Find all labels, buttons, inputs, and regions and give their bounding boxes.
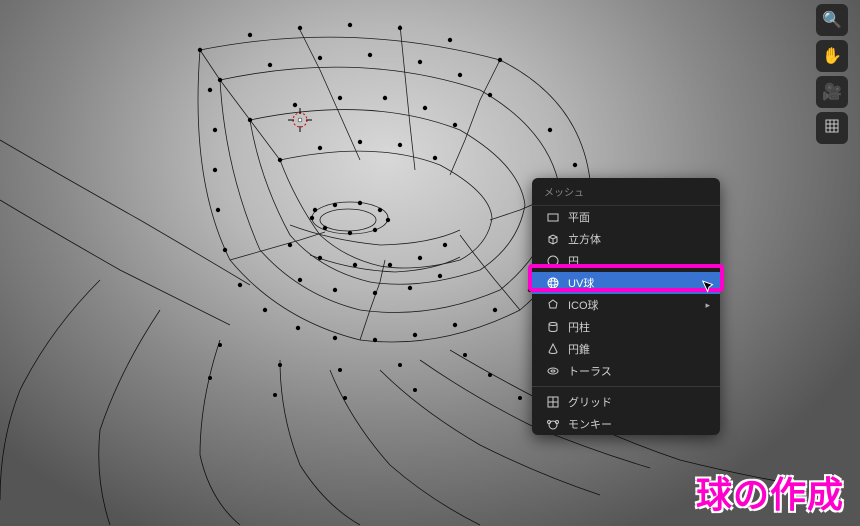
menu-item-circle[interactable]: 円	[532, 250, 720, 272]
camera-icon: 🎥	[822, 82, 842, 102]
monkey-icon	[544, 417, 562, 431]
viewport-3d[interactable]: 🔍 ✋ 🎥 メッシュ 平面 立方体 円 UV球 ICO球 ▸ 円柱	[0, 0, 860, 526]
menu-item-label: 円柱	[568, 319, 590, 335]
cube-icon	[544, 232, 562, 246]
menu-separator	[532, 386, 720, 387]
menu-item-cylinder[interactable]: 円柱	[532, 316, 720, 338]
grid-icon	[825, 119, 839, 138]
add-mesh-menu: メッシュ 平面 立方体 円 UV球 ICO球 ▸ 円柱 円錐	[532, 178, 720, 435]
menu-item-label: 平面	[568, 209, 590, 225]
menu-item-label: 円	[568, 253, 579, 269]
menu-item-label: 立方体	[568, 231, 601, 247]
circle-icon	[544, 254, 562, 268]
zoom-icon: 🔍	[822, 10, 842, 30]
menu-header: メッシュ	[532, 178, 720, 206]
menu-item-icosphere[interactable]: ICO球 ▸	[532, 294, 720, 316]
annotation-caption: 球の作成	[696, 466, 844, 518]
menu-item-label: トーラス	[568, 363, 612, 379]
camera-button[interactable]: 🎥	[816, 76, 848, 108]
perspective-button[interactable]	[816, 112, 848, 144]
plane-icon	[544, 210, 562, 224]
menu-item-cube[interactable]: 立方体	[532, 228, 720, 250]
chevron-right-icon: ▸	[705, 300, 710, 311]
pan-button[interactable]: ✋	[816, 40, 848, 72]
uvsphere-icon	[544, 276, 562, 290]
menu-item-grid[interactable]: グリッド	[532, 391, 720, 413]
menu-item-uvsphere[interactable]: UV球	[532, 272, 720, 294]
menu-item-cone[interactable]: 円錐	[532, 338, 720, 360]
torus-icon	[544, 364, 562, 378]
viewport-nav-buttons: 🔍 ✋ 🎥	[816, 4, 848, 144]
menu-item-label: ICO球	[568, 297, 599, 313]
menu-item-label: グリッド	[568, 394, 612, 410]
cylinder-icon	[544, 320, 562, 334]
grid-mesh-icon	[544, 395, 562, 409]
menu-item-monkey[interactable]: モンキー	[532, 413, 720, 435]
menu-item-torus[interactable]: トーラス	[532, 360, 720, 382]
menu-item-label: UV球	[568, 275, 594, 291]
cone-icon	[544, 342, 562, 356]
icosphere-icon	[544, 298, 562, 312]
zoom-button[interactable]: 🔍	[816, 4, 848, 36]
hand-icon: ✋	[822, 46, 842, 66]
menu-item-plane[interactable]: 平面	[532, 206, 720, 228]
menu-item-label: 円錐	[568, 341, 590, 357]
model-render	[0, 0, 860, 526]
menu-item-label: モンキー	[568, 416, 612, 432]
